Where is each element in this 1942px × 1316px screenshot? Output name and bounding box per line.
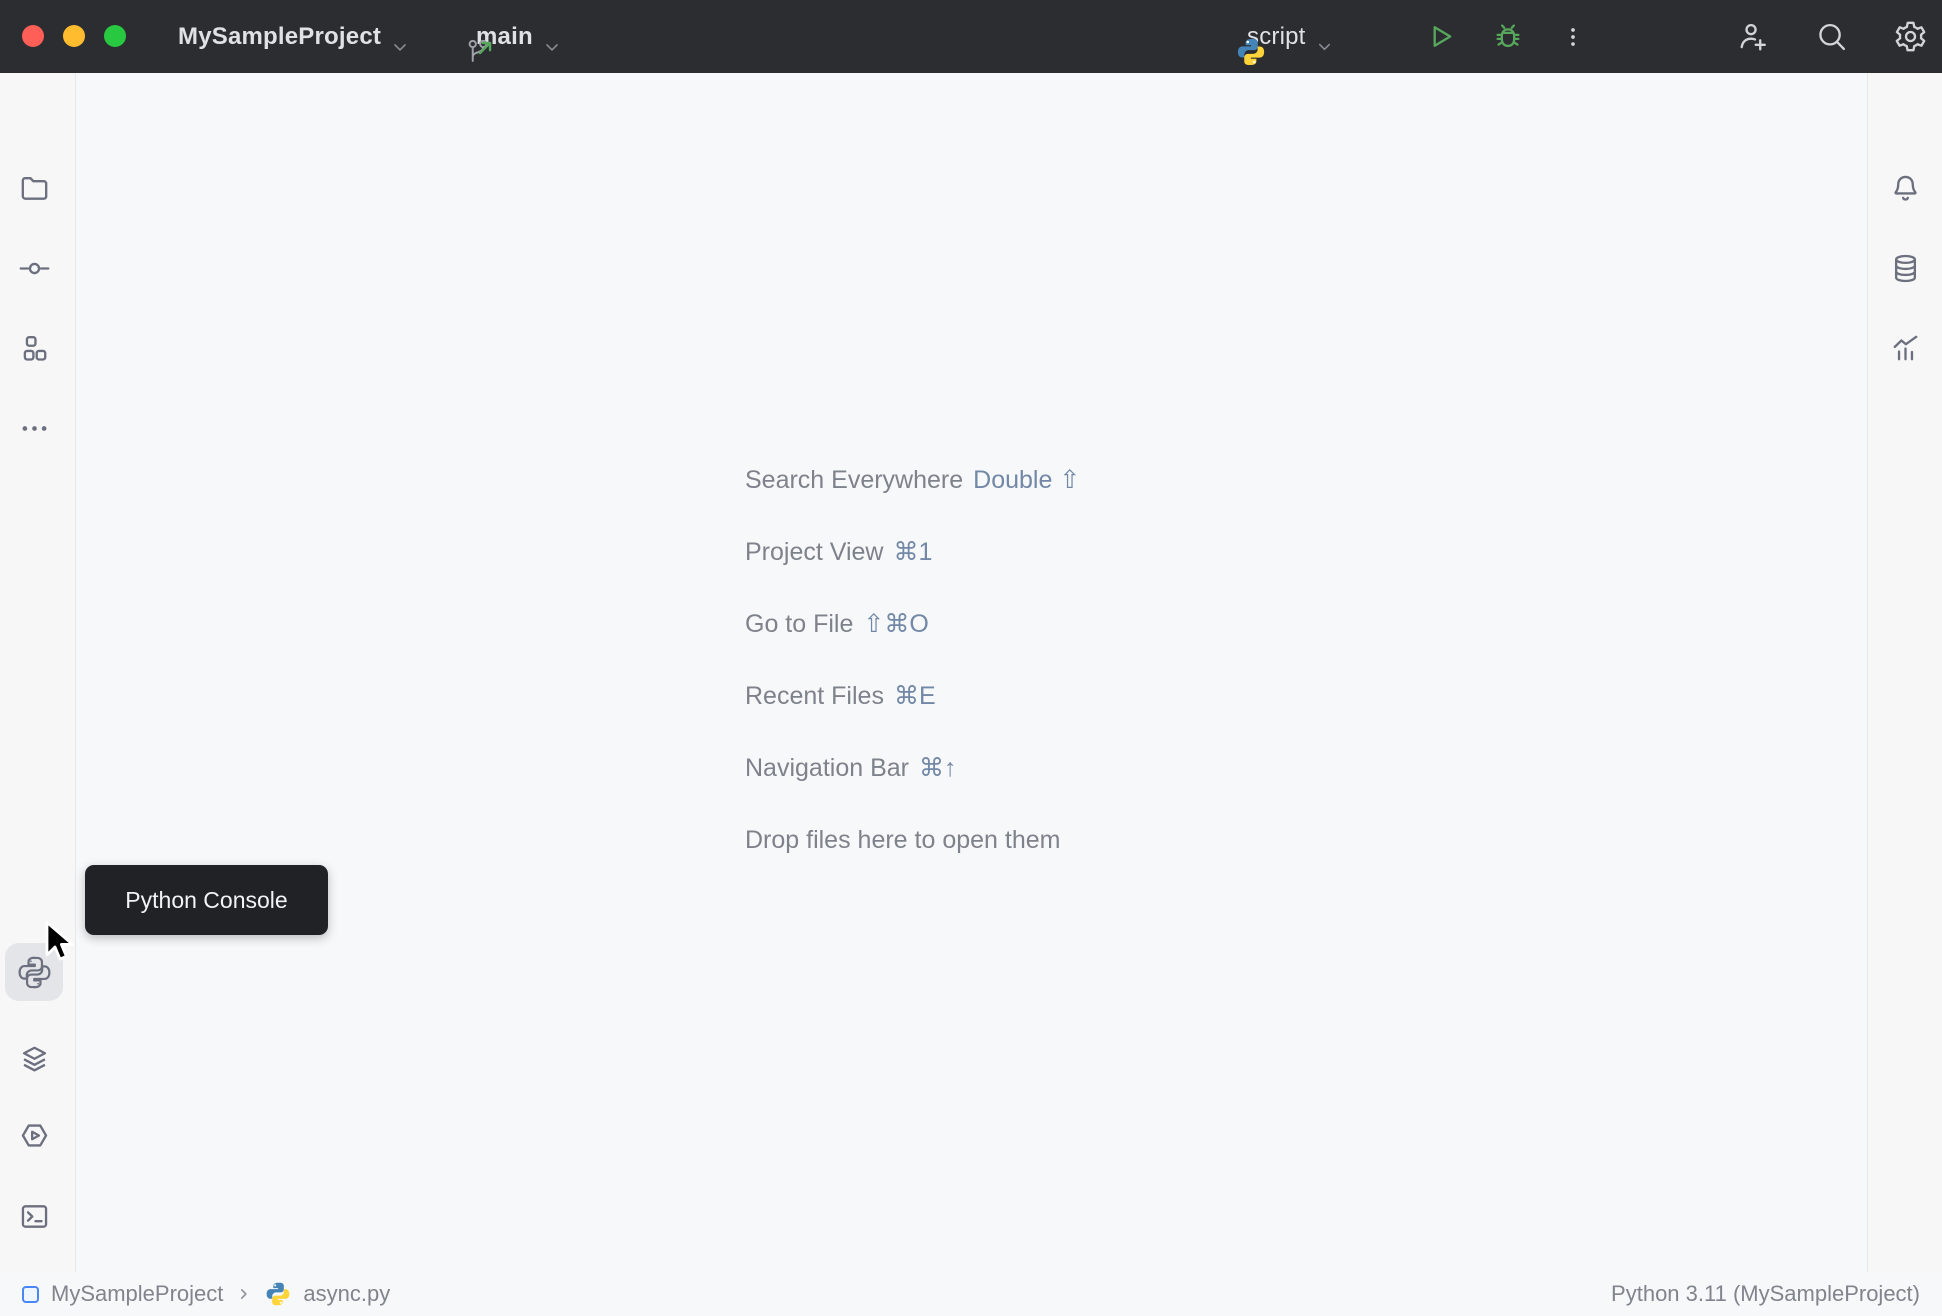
hint-navigation-bar: Navigation Bar ⌘↑ xyxy=(745,754,957,782)
shortcut-hints: Search Everywhere Double ⇧ Project View ⌘1… xyxy=(745,444,1080,876)
chart-icon xyxy=(1889,332,1922,365)
run-configuration-widget[interactable]: script xyxy=(1236,0,1330,73)
sidebar-item-database[interactable] xyxy=(1876,239,1934,297)
hint-go-to-file: Go to File ⇧⌘O xyxy=(745,610,929,638)
python-logo-icon xyxy=(265,1281,291,1307)
project-widget[interactable]: MySampleProject xyxy=(178,0,406,73)
sidebar-item-more[interactable] xyxy=(5,399,63,457)
sidebar-item-services[interactable] xyxy=(5,1029,63,1087)
breadcrumb-project[interactable]: MySampleProject xyxy=(51,1281,223,1307)
services-icon xyxy=(18,1042,51,1075)
hint-recent-files: Recent Files ⌘E xyxy=(745,682,936,710)
folder-icon xyxy=(18,172,51,205)
sidebar-item-run-anything[interactable] xyxy=(5,1106,63,1164)
database-icon xyxy=(1889,252,1922,285)
editor-empty-state: Search Everywhere Double ⇧ Project View ⌘1… xyxy=(77,73,1867,1272)
debug-button[interactable] xyxy=(1491,0,1525,73)
structure-icon xyxy=(18,332,51,365)
window-controls xyxy=(22,25,142,47)
left-tool-window-bar xyxy=(0,73,76,1308)
hint-project-view: Project View ⌘1 xyxy=(745,538,933,566)
sidebar-item-notifications[interactable] xyxy=(1876,159,1934,217)
status-bar: MySampleProject async.py Python 3.11 (My… xyxy=(0,1272,1942,1316)
sidebar-item-project[interactable] xyxy=(5,159,63,217)
sidebar-item-terminal[interactable] xyxy=(5,1187,63,1245)
interpreter-status[interactable]: Python 3.11 (MySampleProject) xyxy=(1611,1281,1920,1307)
close-window-button[interactable] xyxy=(22,25,44,47)
kebab-menu-icon[interactable] xyxy=(1560,0,1586,73)
sidebar-item-chart[interactable] xyxy=(1876,319,1934,377)
fullscreen-window-button[interactable] xyxy=(104,25,126,47)
breadcrumb: MySampleProject async.py xyxy=(22,1281,390,1307)
commit-icon xyxy=(18,252,51,285)
chevron-right-icon xyxy=(235,1285,253,1303)
python-console-tooltip: Python Console xyxy=(85,865,328,935)
run-anything-icon xyxy=(18,1119,51,1152)
sidebar-item-structure[interactable] xyxy=(5,319,63,377)
hint-drop-files: Drop files here to open them xyxy=(745,826,1061,854)
search-icon[interactable] xyxy=(1813,0,1849,73)
hint-search-everywhere: Search Everywhere Double ⇧ xyxy=(745,466,1081,494)
right-tool-window-bar xyxy=(1867,73,1942,1308)
title-bar: MySampleProject main script xyxy=(0,0,1942,73)
terminal-icon xyxy=(18,1200,51,1233)
mouse-cursor xyxy=(44,920,78,966)
more-icon xyxy=(18,412,51,445)
minimize-window-button[interactable] xyxy=(63,25,85,47)
add-user-icon[interactable] xyxy=(1734,0,1770,73)
run-button[interactable] xyxy=(1424,0,1456,73)
tooltip-text: Python Console xyxy=(125,886,288,913)
breadcrumb-file[interactable]: async.py xyxy=(303,1281,390,1307)
project-name: MySampleProject xyxy=(178,22,382,50)
sidebar-item-commit[interactable] xyxy=(5,239,63,297)
vcs-widget[interactable]: main xyxy=(464,0,558,73)
bell-icon xyxy=(1889,172,1922,205)
gear-icon[interactable] xyxy=(1892,0,1928,73)
module-icon xyxy=(22,1285,39,1303)
